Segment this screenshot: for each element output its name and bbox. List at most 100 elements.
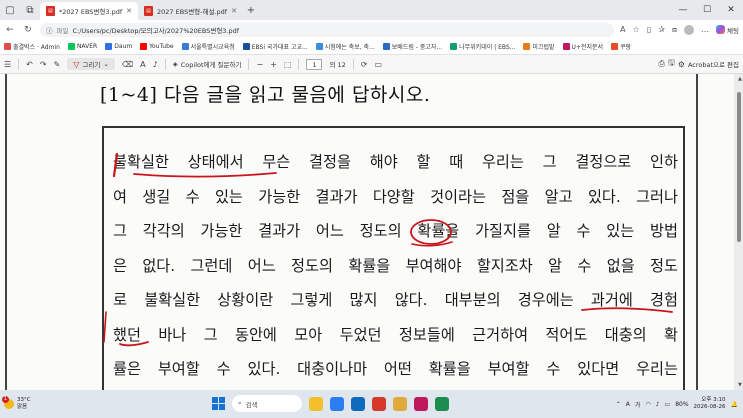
zoom-in-button[interactable]: + [270,60,277,69]
copilot-button[interactable]: 채팅 [716,25,739,35]
text-icon[interactable]: A [140,60,145,69]
bookmark-label: Daum [114,43,133,50]
scrollbar-thumb[interactable] [737,92,741,242]
scroll-up-icon[interactable]: ▲ [738,76,742,82]
favicon-icon [181,43,189,50]
browser-actions: A ☆ ▯ ✰ ⧈ … 채팅 [620,24,739,35]
pdf-toolbar: ☰ ↶ ↷ ✎ ▽ 그리기 ⌄ ⌫ A ♪ ◈ Copilot에게 질문하기 −… [0,55,743,74]
draw-label: 그리기 [82,61,101,69]
maximize-icon[interactable]: ☐ [695,5,719,15]
divider [352,58,354,70]
back-icon[interactable]: ← [4,25,16,35]
taskbar-app-icon[interactable] [393,396,407,411]
fit-page-icon[interactable]: ⬚ [284,60,292,69]
acrobat-edit-button[interactable]: ⎙ 🖫 ⚙ Acrobat으로 편집 [659,57,739,71]
more-icon[interactable]: … [701,25,709,34]
page-total: 의 12 [329,61,346,69]
split-screen-icon[interactable]: ▯ [647,25,651,34]
url-field[interactable]: ⓘ 파일 C:/Users/pc/Desktop/모의고사/2027%20EBS… [40,22,615,37]
sun-icon: 1 [2,396,14,409]
minimize-icon[interactable]: — [671,5,695,15]
redo-icon[interactable]: ↷ [40,60,47,69]
passage-line: 로 불확실한 상황이란 그렇게 많지 않다. 대부분의 경우에는 과거에 경험 [113,291,678,309]
favicon-icon [562,43,570,50]
bookmark-item[interactable]: 보배드림 - 중고자... [382,42,442,51]
profile-menu-icon[interactable]: ▢ [0,0,20,20]
ime-icon[interactable]: A [626,401,630,408]
taskbar-app-icon[interactable] [435,396,449,411]
save-icon: 🖫 [667,58,675,67]
new-tab-button[interactable]: + [243,5,259,16]
ime-mode-icon[interactable]: 가 [635,400,641,409]
bookmark-item[interactable]: 서울특별시교육청 [181,42,235,51]
clock[interactable]: 오후 3:10 2026-08-26 [694,397,726,411]
tab-actions-icon[interactable]: ⧉ [20,0,40,20]
favorite-icon[interactable]: ☆ [633,25,640,34]
page-title: [1~4] 다음 글을 읽고 물음에 답하시오. [100,84,431,106]
passage-line: 여 생길 수 있는 가능한 결과가 다양할 것이라는 점을 알고 있다. 그러나 [113,187,678,206]
taskbar-app-icon[interactable] [414,396,428,411]
highlight-icon[interactable]: ✎ [54,60,61,69]
bookmark-item[interactable]: 출결박스 · Admin [4,42,60,51]
divider [298,58,300,70]
wifi-icon[interactable]: ◠ [645,401,650,408]
bookmark-item[interactable]: 시험에는 축보, 축... [315,42,375,51]
tab-active[interactable]: ▤ *2027 EBS변형3.pdf ✕ [40,2,139,20]
bookmark-item[interactable]: YouTube [140,43,174,50]
taskbar-app-icon[interactable] [309,396,323,411]
bookmark-item[interactable]: EBSi 국가대표 고교... [242,42,308,51]
bookmark-item[interactable]: Daum [105,43,132,50]
favicon-icon [523,43,531,50]
taskbar-search[interactable]: ⌕ 검색 [232,395,302,412]
tab-inactive[interactable]: ▤ 2027 EBS변형-해설.pdf ✕ [138,2,243,20]
refresh-icon[interactable]: ↻ [22,25,34,35]
close-window-icon[interactable]: ✕ [719,5,743,15]
collections-icon[interactable]: ⧈ [672,25,677,35]
page-border-right [696,74,698,390]
taskbar-app-icon[interactable] [372,396,386,411]
favorites-list-icon[interactable]: ✰ [658,25,665,34]
clock-time: 오후 3:10 [701,397,726,403]
bookmark-item[interactable]: 나무위키대이 | EBS... [450,42,515,51]
pdf-viewer[interactable]: [1~4] 다음 글을 읽고 물음에 답하시오. 불확실한 상태에서 무슨 결정… [0,74,743,390]
read-aloud-icon[interactable]: A [620,25,625,34]
ask-copilot-button[interactable]: ◈ Copilot에게 질문하기 [173,59,242,69]
close-icon[interactable]: ✕ [126,7,132,15]
bookmark-item[interactable]: 미끄럽밭 [523,42,555,51]
page-number-input[interactable]: 1 [306,58,323,70]
draw-button[interactable]: ▽ 그리기 ⌄ [67,58,115,70]
battery-icon[interactable]: ▭ [665,401,671,408]
bookmarks-bar: 출결박스 · Admin NAVER Daum YouTube 서울특별시교육청 EBSi… [0,39,743,55]
notification-icon[interactable]: 🔔 [731,401,738,408]
copilot-label: 채팅 [727,26,739,35]
passage-line: 불확실한 상태에서 무슨 결정을 해야 할 때 우리는 그 결정으로 인하 [113,153,678,171]
page-view-icon[interactable]: ▭ [374,60,382,69]
avatar[interactable] [684,24,695,35]
window-controls: — ☐ ✕ [671,5,743,15]
bookmark-item[interactable]: NAVER [67,43,97,50]
eraser-icon[interactable]: ⌫ [122,60,133,69]
bookmark-item[interactable]: 쿠팡 [611,42,631,51]
divider [164,58,166,70]
scroll-down-icon[interactable]: ▼ [738,382,742,388]
taskbar-app-icon[interactable] [330,396,344,411]
passage-text: 불확실한 상태에서 무슨 결정을 해야 할 때 우리는 그 결정으로 인하여 생… [113,150,678,390]
close-icon[interactable]: ✕ [231,7,237,15]
scrollbar[interactable]: ▲ ▼ [734,74,743,390]
rotate-icon[interactable]: ⟳ [361,60,368,69]
bookmark-label: 쿠팡 [620,44,632,51]
chevron-down-icon: ⌄ [103,60,109,68]
favicon-icon [315,43,323,50]
taskbar-app-icon[interactable] [351,396,365,411]
favicon-icon [67,43,75,50]
chevron-up-icon[interactable]: ⌃ [616,401,621,408]
volume-icon[interactable]: ♪ [656,401,660,408]
zoom-out-button[interactable]: − [256,60,263,69]
favicon-icon [105,43,113,50]
windows-start-icon[interactable] [212,397,225,410]
read-aloud-icon[interactable]: ♪ [153,60,158,69]
weather-widget[interactable]: 1 33°C 맑음 [0,396,110,411]
undo-icon[interactable]: ↶ [26,60,33,69]
contents-icon[interactable]: ☰ [4,60,11,69]
bookmark-item[interactable]: U+전지문서 [562,42,603,51]
